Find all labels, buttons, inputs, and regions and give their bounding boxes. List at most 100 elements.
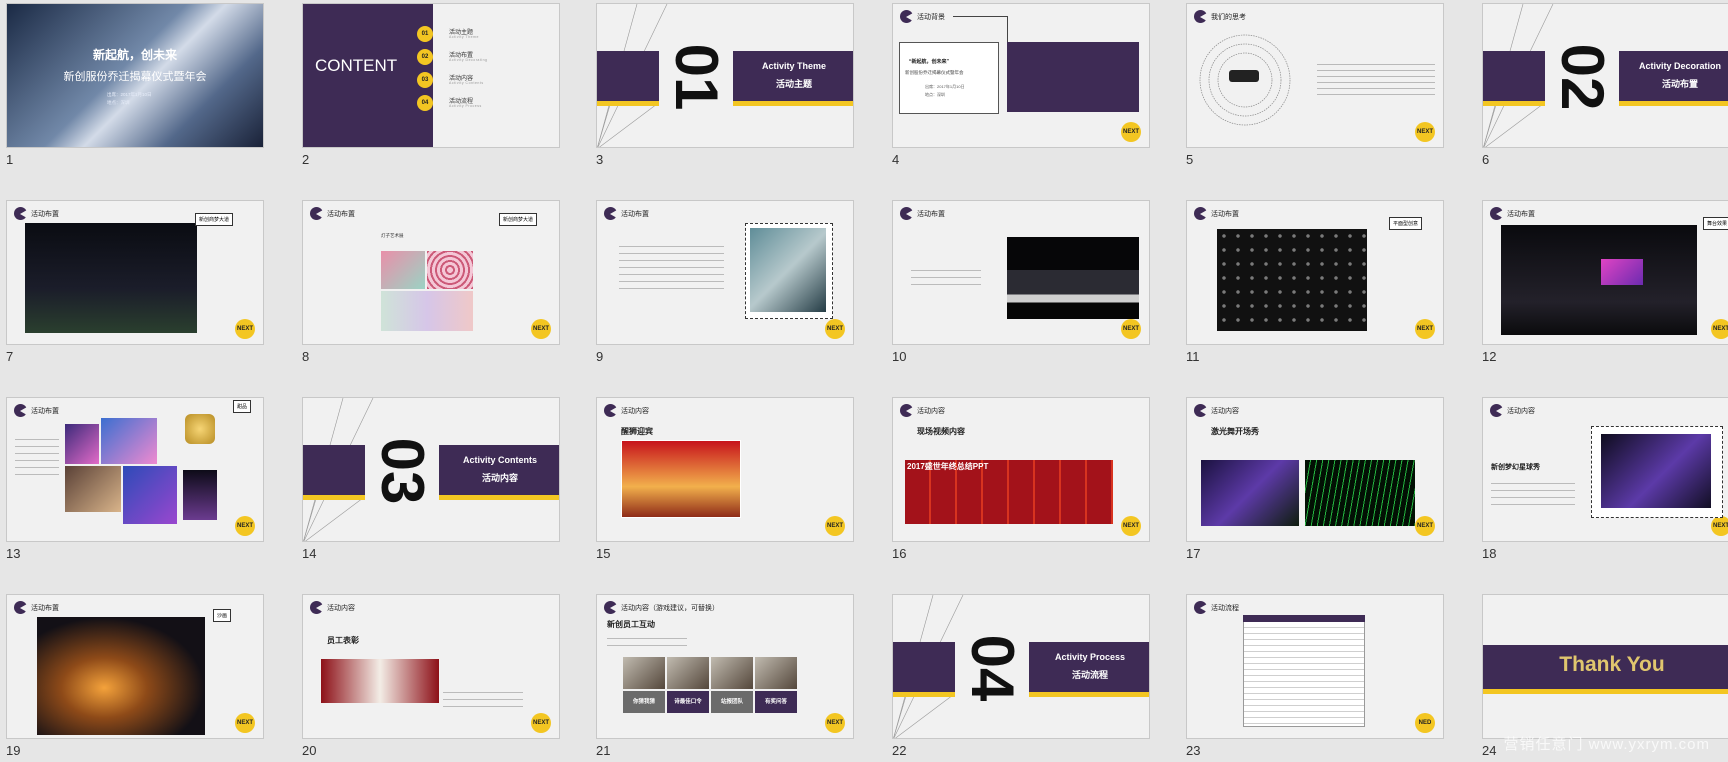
slide-number: 11 — [1186, 349, 1200, 364]
slide-cell: 活动布置 NEXT 舞台效果 12 — [1476, 197, 1728, 364]
slide-thumbnail-14[interactable]: 03 Activity Contents 活动内容 — [302, 397, 560, 542]
slide-thumbnail-2[interactable]: CONTENT 01 活动主题 Activity Theme 02 活动布置 Activit… — [302, 3, 560, 148]
pacman-logo-icon — [900, 207, 913, 220]
slide-header: 活动布置 — [327, 211, 355, 218]
next-badge: NEXT — [825, 516, 845, 536]
slide-thumbnail-11[interactable]: 活动布置 NEXT 平面型创意 — [1186, 200, 1444, 345]
content-title: 醒狮迎宾 — [621, 427, 653, 436]
slide-number: 3 — [596, 152, 604, 167]
next-badge: NEXT — [1711, 319, 1728, 339]
watermark: 营销任意门 www.yxrym.com — [1503, 736, 1710, 753]
slide-thumbnail-19[interactable]: 活动布置 NEXT 沙画 — [6, 594, 264, 739]
slide-thumbnail-20[interactable]: 活动内容 NEXT 员工表彰 — [302, 594, 560, 739]
section-bar-right — [733, 101, 853, 106]
game-photo — [623, 657, 665, 689]
slide-thumbnail-3[interactable]: 01 Activity Theme 活动主题 — [596, 3, 854, 148]
planet-show-photo — [1601, 434, 1711, 508]
content-item-en: Activity Theme — [449, 35, 479, 39]
slide-number: 16 — [892, 546, 907, 561]
slide-thumbnail-1[interactable]: 新起航，创未来 新创服份乔迁揭幕仪式暨年会 出席：2017年1月10日 地点：深圳 — [6, 3, 264, 148]
next-badge: NEXT — [1415, 516, 1435, 536]
tag-label: 平面型创意 — [1389, 217, 1423, 230]
section-title-box: Activity Theme 活动主题 — [733, 51, 853, 101]
content-title: CONTENT — [315, 56, 398, 75]
section-block-left — [303, 445, 365, 495]
slide-thumbnail-13[interactable]: 活动布置 NEXT 甜品 — [6, 397, 264, 542]
slide-thumbnail-10[interactable]: 活动布置 NEXT — [892, 200, 1150, 345]
next-badge: NEXT — [1415, 319, 1435, 339]
section-title-cn: 活动主题 — [775, 79, 812, 89]
pacman-logo-icon — [604, 404, 617, 417]
pacman-logo-icon — [1194, 10, 1207, 23]
stage-photo — [25, 223, 197, 333]
content-item-number: 03 — [417, 72, 433, 88]
section-bar-left — [893, 692, 955, 697]
next-badge: NEXT — [235, 713, 255, 733]
slide-thumbnail-9[interactable]: 活动布置 NEXT — [596, 200, 854, 345]
ppt-title: 2017盛世年终总结PPT — [907, 462, 989, 471]
slide-cell: 新起航，创未来 新创服份乔迁揭幕仪式暨年会 出席：2017年1月10日 地点：深圳 1 — [0, 0, 264, 167]
game-label: 你猜我猜 — [623, 691, 665, 713]
quote-date: 出席：2017年1月10日 — [925, 84, 965, 89]
slide-thumbnail-18[interactable]: 活动内容 NEXT 新创梦幻星球秀 — [1482, 397, 1728, 542]
pacman-logo-icon — [900, 10, 913, 23]
schedule-header — [1243, 615, 1365, 622]
slide-cell: 04 Activity Process 活动流程 22 — [886, 591, 1150, 758]
slide-cell: 活动布置 NEXT 沙画 19 — [0, 591, 264, 758]
slide-thumbnail-15[interactable]: 活动内容 NEXT 醒狮迎宾 — [596, 397, 854, 542]
dessert-photo-1 — [65, 424, 99, 464]
dessert-photo-4 — [123, 466, 177, 524]
slide-cell: 01 Activity Theme 活动主题 3 — [590, 0, 854, 167]
slide-header: 活动背景 — [917, 14, 945, 21]
slide-number: 9 — [596, 349, 604, 364]
slide-thumbnail-16[interactable]: 活动内容 NEXT 现场视频内容 2017盛世年终总结PPT — [892, 397, 1150, 542]
stage-render — [1007, 237, 1139, 319]
slide-cell: 活动内容（游戏建议，可替换） NEXT 新创员工互动 你猜我猜 诗最佳口令 站报团队 有奖问… — [590, 591, 854, 758]
slide-thumbnail-23[interactable]: 活动流程 NED — [1186, 594, 1444, 739]
lamp-photo — [183, 470, 217, 520]
slide-thumbnail-7[interactable]: 活动布置 NEXT 新创商梦大道 — [6, 200, 264, 345]
slide-number: 6 — [1482, 152, 1490, 167]
content-item-number: 02 — [417, 49, 433, 65]
content-title: 新创员工互动 — [607, 620, 655, 629]
slide-number: 21 — [596, 743, 611, 758]
tag-label: 舞台效果 — [1703, 217, 1728, 230]
slide-cell: 活动内容 NEXT 员工表彰 20 — [296, 591, 560, 758]
slide-thumbnail-21[interactable]: 活动内容（游戏建议，可替换） NEXT 新创员工互动 你猜我猜 诗最佳口令 站报团队 有奖问… — [596, 594, 854, 739]
slide-number: 24 — [1482, 743, 1497, 758]
slide-thumbnail-17[interactable]: 活动内容 NEXT 激光舞开场秀 — [1186, 397, 1444, 542]
decor-line — [599, 103, 658, 147]
slide-header: 活动内容 — [621, 408, 649, 415]
body-text — [15, 434, 59, 478]
jar-photo — [185, 414, 215, 444]
section-block-left — [597, 51, 659, 101]
slide-thumbnail-24[interactable]: Thank You — [1482, 594, 1728, 739]
decor-line — [305, 497, 364, 541]
body-text — [1317, 60, 1435, 100]
content-panel — [303, 4, 433, 147]
content-item-en: Activity Decorating — [449, 58, 488, 62]
slide-number: 5 — [1186, 152, 1194, 167]
sand-art-photo — [37, 617, 205, 735]
slide-thumbnail-22[interactable]: 04 Activity Process 活动流程 — [892, 594, 1150, 739]
slide-thumbnail-5[interactable]: 我们的思考 NEXT — [1186, 3, 1444, 148]
slide-thumbnail-12[interactable]: 活动布置 NEXT 舞台效果 — [1482, 200, 1728, 345]
quote-text: “新起航，创未来” — [909, 59, 950, 65]
slide-number: 8 — [302, 349, 310, 364]
slide-thumbnail-4[interactable]: 活动背景 NEXT “新起航，创未来” 新创股份乔迁揭幕仪式暨年会 出席：2017年1月… — [892, 3, 1150, 148]
slide-number: 1 — [6, 152, 14, 167]
slide-number: 4 — [892, 152, 900, 167]
cover-meta-place: 地点：深圳 — [107, 100, 130, 105]
slide-cell: 活动内容 NEXT 现场视频内容 2017盛世年终总结PPT 16 — [886, 394, 1150, 561]
content-title: 现场视频内容 — [917, 427, 965, 436]
slide-thumbnail-8[interactable]: 活动布置 NEXT 灯子艺术展 新创商梦大道 — [302, 200, 560, 345]
section-title-cn: 活动布置 — [1661, 79, 1698, 89]
game-label: 有奖问答 — [755, 691, 797, 713]
next-badge: NEXT — [825, 713, 845, 733]
game-photo — [755, 657, 797, 689]
slide-header: 活动布置 — [1507, 211, 1535, 218]
slide-thumbnail-6[interactable]: 02 Activity Decoration 活动布置 — [1482, 3, 1728, 148]
game-label: 站报团队 — [711, 691, 753, 713]
next-badge: NEXT — [1121, 122, 1141, 142]
content-item-number: 04 — [417, 95, 433, 111]
